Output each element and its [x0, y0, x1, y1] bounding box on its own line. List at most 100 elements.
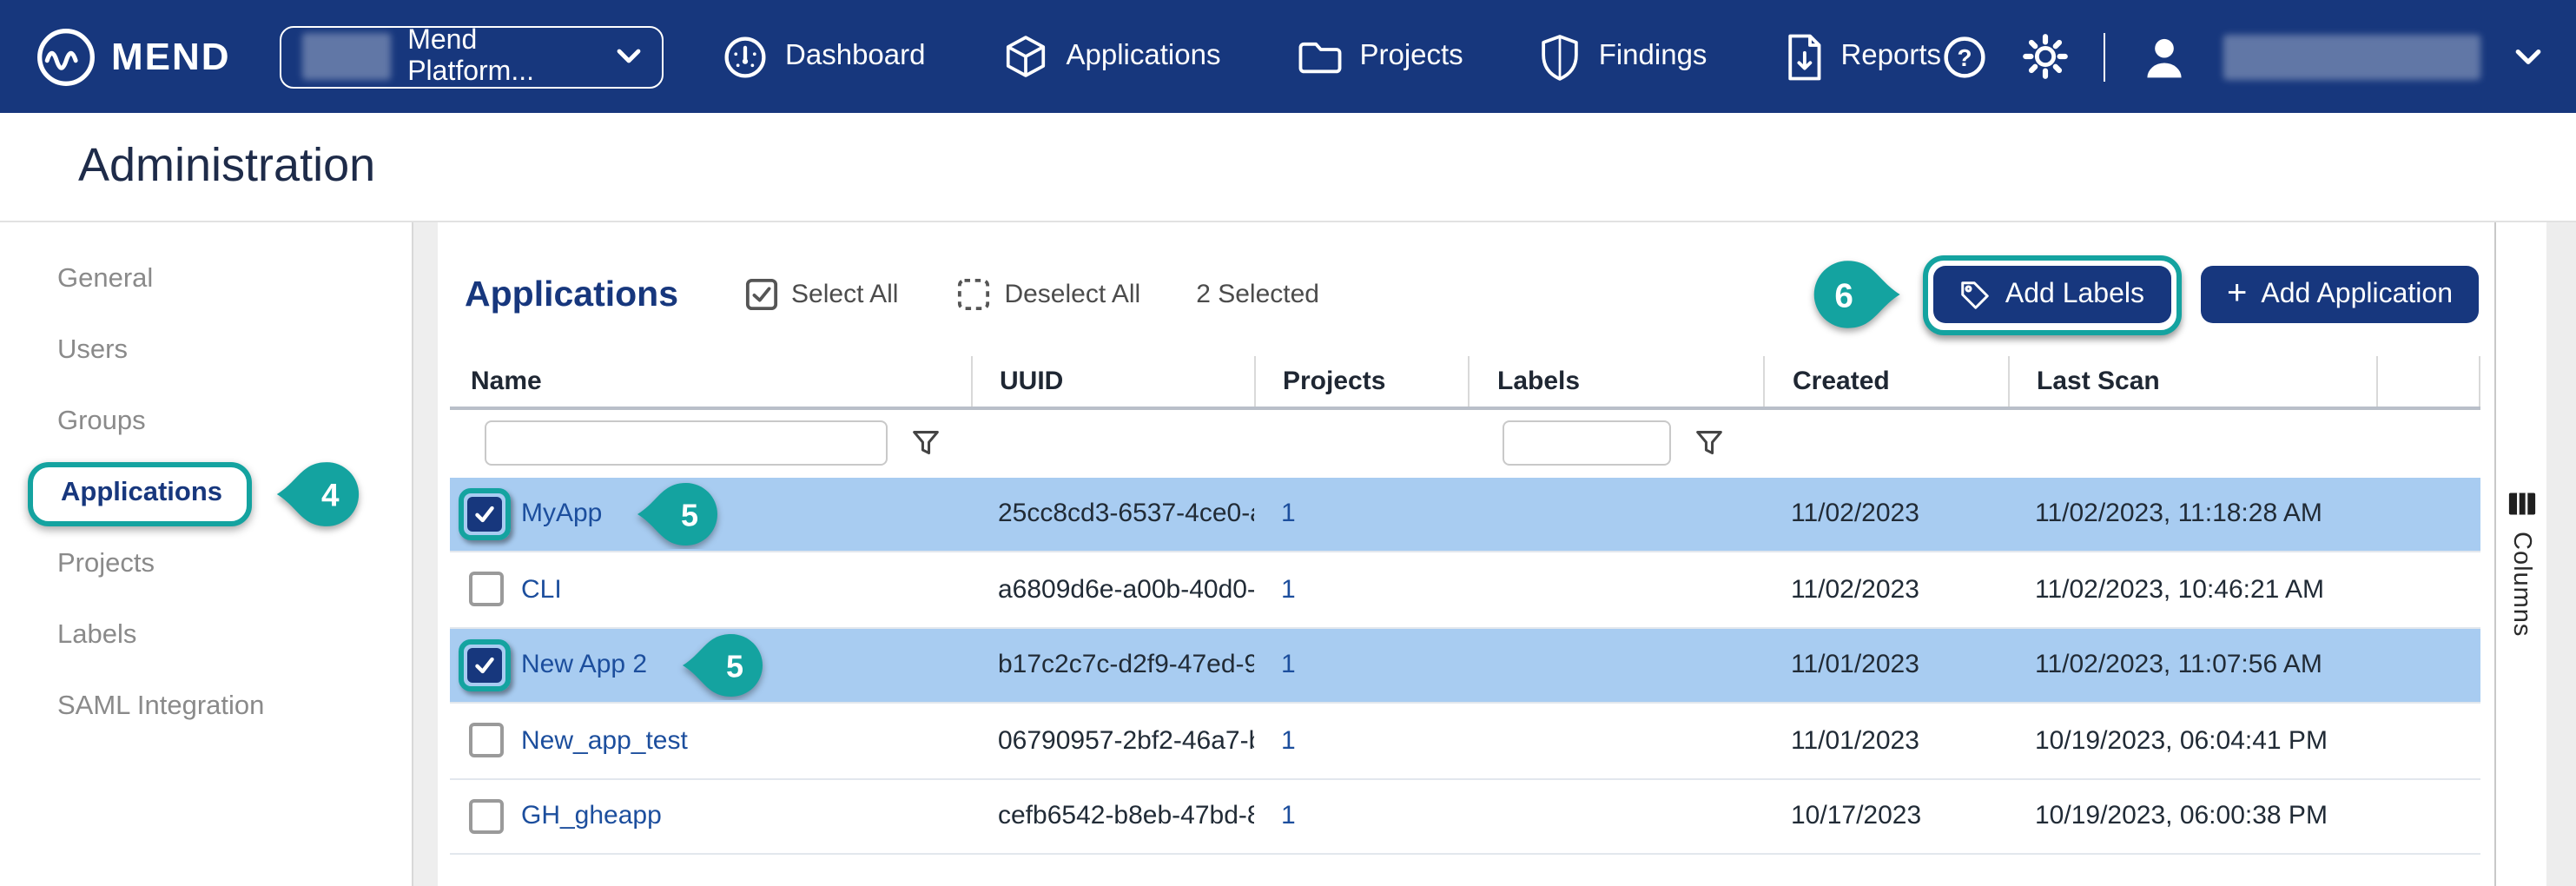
- row-checkbox-unchecked[interactable]: [469, 572, 504, 607]
- sidebar-item-label: Users: [57, 335, 128, 367]
- step-4-callout: 4: [266, 458, 373, 529]
- last-scan-cell: 11/02/2023, 11:18:28 AM: [2007, 499, 2375, 529]
- nav-item-projects[interactable]: Projects: [1297, 36, 1463, 76]
- sidebar-item-saml-integration[interactable]: SAML Integration: [0, 671, 411, 743]
- projects-count-link[interactable]: 1: [1281, 802, 1296, 831]
- nav-item-findings[interactable]: Findings: [1540, 32, 1707, 81]
- step-highlight-box: [459, 639, 511, 691]
- main-panel: Applications Select All: [437, 222, 2494, 886]
- projects-count-link[interactable]: 1: [1281, 575, 1296, 605]
- applications-toolbar: Applications Select All: [450, 251, 2494, 338]
- filter-funnel-icon[interactable]: [1694, 429, 1722, 457]
- name-filter-input[interactable]: [484, 420, 887, 466]
- app-window: MEND Mend Platform...: [0, 0, 2576, 886]
- projects-count-link[interactable]: 1: [1281, 726, 1296, 756]
- row-checkbox-checked[interactable]: [467, 497, 502, 532]
- projects-count-link[interactable]: 1: [1281, 651, 1296, 680]
- right-background-band: [2546, 222, 2576, 886]
- nav-item-applications[interactable]: Applications: [1002, 33, 1221, 80]
- content-area: General Users Groups Applications 4 Proj…: [0, 222, 2576, 886]
- deselect-all-button[interactable]: Deselect All: [957, 278, 1140, 311]
- column-header-empty: [2375, 355, 2480, 406]
- columns-panel-tab[interactable]: Columns: [2494, 222, 2546, 886]
- column-header-projects[interactable]: Projects: [1253, 355, 1468, 406]
- help-icon[interactable]: ?: [1941, 34, 1986, 79]
- add-application-label: Add Application: [2261, 279, 2453, 310]
- checkbox-slot: [459, 488, 521, 540]
- checkbox-slot: [459, 724, 521, 758]
- top-navbar: MEND Mend Platform...: [0, 0, 2576, 113]
- step-highlight-box: [459, 488, 511, 540]
- table-row[interactable]: New App 2 5 b17c2c7c-d2f9-47ed-90 1 11/0…: [450, 628, 2480, 704]
- application-name-link[interactable]: New_app_test: [521, 726, 688, 756]
- table-row[interactable]: CLI a6809d6e-a00b-40d0-b 1 11/02/2023 11…: [450, 552, 2480, 628]
- user-menu-chevron-icon[interactable]: [2515, 48, 2541, 65]
- projects-count-link[interactable]: 1: [1281, 499, 1296, 529]
- select-all-button[interactable]: Select All: [744, 278, 898, 311]
- page-title: Administration: [78, 140, 375, 194]
- sidebar-item-applications[interactable]: Applications 4: [0, 458, 411, 529]
- add-labels-button[interactable]: Add Labels: [1934, 266, 2170, 323]
- checkbox-slot: [459, 639, 521, 691]
- checkbox-slot: [459, 799, 521, 834]
- application-name-link[interactable]: GH_gheapp: [521, 802, 662, 831]
- created-cell: 11/02/2023: [1763, 499, 2007, 529]
- column-header-uuid[interactable]: UUID: [970, 355, 1253, 406]
- sidebar-item-general[interactable]: General: [0, 244, 411, 315]
- table-row[interactable]: MyApp 5 25cc8cd3-6537-4ce0-af 1 11/02/20…: [450, 477, 2480, 552]
- name-cell: New_app_test: [450, 724, 970, 758]
- column-header-last-scan[interactable]: Last Scan: [2007, 355, 2375, 406]
- organization-selector[interactable]: Mend Platform...: [280, 25, 664, 88]
- applications-title: Applications: [465, 274, 678, 315]
- nav-label: Projects: [1359, 40, 1463, 73]
- last-scan-cell: 10/19/2023, 06:04:41 PM: [2007, 726, 2375, 756]
- sidebar-item-projects[interactable]: Projects: [0, 529, 411, 600]
- select-all-label: Select All: [791, 280, 898, 309]
- uuid-cell: a6809d6e-a00b-40d0-b: [970, 575, 1253, 605]
- sidebar-item-labels[interactable]: Labels: [0, 600, 411, 671]
- row-checkbox-unchecked[interactable]: [469, 799, 504, 834]
- nav-item-reports[interactable]: Reports: [1783, 32, 1941, 81]
- columns-tab-label: Columns: [2507, 531, 2535, 636]
- column-header-labels[interactable]: Labels: [1468, 355, 1763, 406]
- admin-sidebar: General Users Groups Applications 4 Proj…: [0, 222, 411, 886]
- sidebar-item-label: General: [57, 264, 153, 295]
- deselect-all-label: Deselect All: [1004, 280, 1140, 309]
- projects-cell: 1: [1253, 726, 1468, 756]
- checkbox-slot: [459, 572, 521, 607]
- row-checkbox-checked[interactable]: [467, 648, 502, 683]
- table-filter-row: [450, 409, 2480, 477]
- topbar-divider: [2103, 32, 2105, 81]
- uuid-cell: 06790957-2bf2-46a7-b: [970, 726, 1253, 756]
- sidebar-menu: General Users Groups Applications 4 Proj…: [0, 222, 411, 743]
- row-checkbox-unchecked[interactable]: [469, 724, 504, 758]
- check-square-icon: [744, 278, 777, 311]
- nav-label: Findings: [1599, 40, 1707, 73]
- column-header-name[interactable]: Name: [450, 355, 970, 406]
- application-name-link[interactable]: New App 2: [521, 651, 647, 680]
- columns-icon: [2507, 491, 2535, 515]
- table-row[interactable]: GH_gheapp cefb6542-b8eb-47bd-8 1 10/17/2…: [450, 779, 2480, 855]
- sidebar-item-label: Applications: [61, 477, 222, 506]
- last-scan-cell: 10/19/2023, 06:00:38 PM: [2007, 802, 2375, 831]
- table-row[interactable]: New_app_test 06790957-2bf2-46a7-b 1 11/0…: [450, 704, 2480, 779]
- cube-icon: [1002, 33, 1049, 80]
- add-application-button[interactable]: + Add Application: [2201, 266, 2479, 323]
- last-scan-cell: 11/02/2023, 10:46:21 AM: [2007, 575, 2375, 605]
- sidebar-item-groups[interactable]: Groups: [0, 387, 411, 458]
- nav-item-dashboard[interactable]: Dashboard: [723, 34, 925, 79]
- shield-icon: [1540, 32, 1582, 81]
- filter-funnel-icon[interactable]: [911, 429, 939, 457]
- application-name-link[interactable]: MyApp: [521, 499, 602, 529]
- labels-filter-input[interactable]: [1502, 420, 1670, 466]
- projects-cell: 1: [1253, 651, 1468, 680]
- tag-icon: [1960, 279, 1991, 310]
- org-selector-label: Mend Platform...: [407, 25, 599, 88]
- application-name-link[interactable]: CLI: [521, 575, 562, 605]
- sidebar-item-users[interactable]: Users: [0, 315, 411, 387]
- user-avatar-icon[interactable]: [2140, 32, 2189, 81]
- gear-icon[interactable]: [2021, 33, 2068, 80]
- step-highlight-box: Add Labels: [1923, 255, 2182, 334]
- name-cell: New App 2 5: [450, 631, 970, 700]
- column-header-created[interactable]: Created: [1763, 355, 2007, 406]
